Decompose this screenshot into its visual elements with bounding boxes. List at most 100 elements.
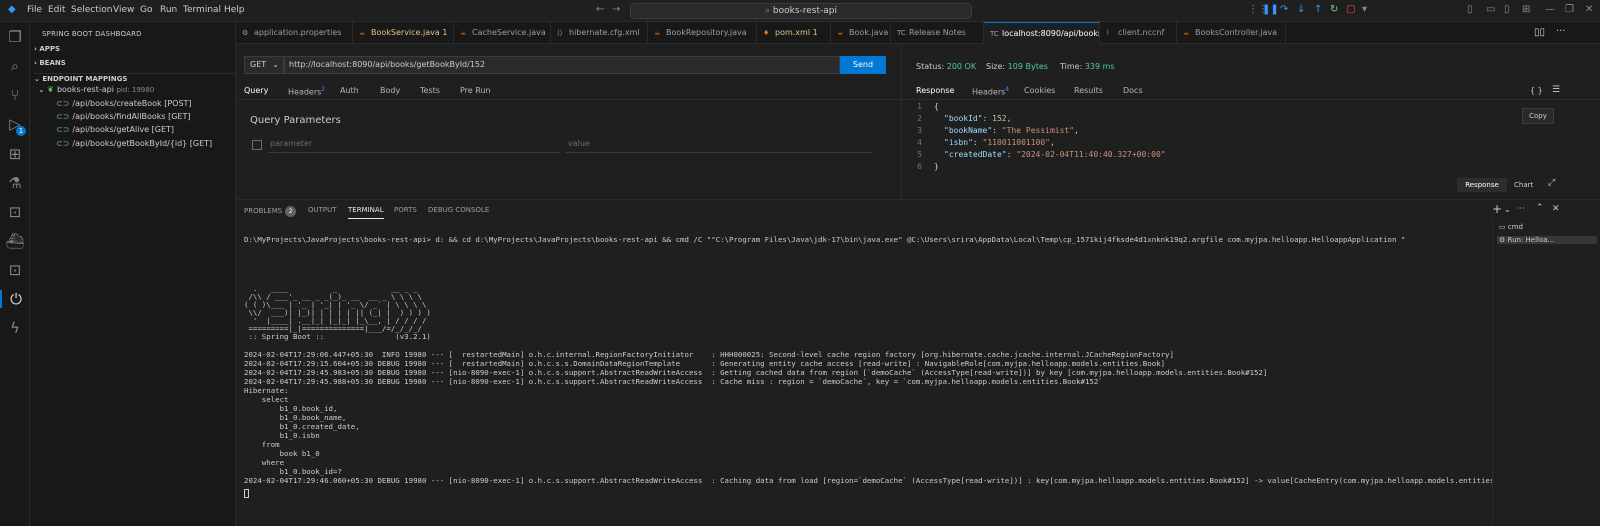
explorer-icon[interactable]: ❐ — [0, 28, 30, 46]
expand-icon[interactable]: ⤢ — [1548, 178, 1555, 188]
url-input[interactable]: http://localhost:8090/api/books/getBookB… — [284, 56, 840, 74]
kubernetes-icon[interactable]: ⊡ — [0, 261, 30, 279]
menu-view[interactable]: View — [113, 5, 134, 15]
terminal-dropdown-icon[interactable]: ⌄ — [1504, 205, 1511, 214]
chevron-down-icon: ⌄ — [272, 60, 279, 69]
new-terminal-icon[interactable]: + — [1492, 202, 1502, 216]
thunder-client-icon[interactable]: ϟ — [0, 319, 30, 337]
braces-icon[interactable]: { } — [1530, 86, 1543, 95]
docker-icon[interactable]: ⛴ — [0, 232, 30, 250]
tab-tests[interactable]: Tests — [420, 86, 440, 95]
tab-bookscontroller-java[interactable]: ☕ BooksController.java — [1177, 22, 1286, 44]
tab-response-headers[interactable]: Headers4 — [972, 86, 1009, 97]
tab-debug-console[interactable]: DEBUG CONSOLE — [428, 206, 489, 214]
minimize-icon[interactable]: — — [1545, 4, 1555, 15]
log-line: 2024-02-04T17:29:45.988+05:30 DEBUG 1998… — [244, 377, 1103, 386]
testing-icon[interactable]: ⚗ — [0, 174, 30, 192]
tab-body[interactable]: Body — [380, 86, 400, 95]
http-method-select[interactable]: GET ⌄ — [244, 56, 284, 74]
log-line: 2024-02-04T17:29:46.060+05:30 DEBUG 1998… — [244, 476, 1492, 485]
step-out-icon[interactable]: ↑ — [1314, 4, 1322, 15]
menu-help[interactable]: Help — [224, 5, 245, 15]
spring-boot-dashboard-icon[interactable]: ⏻ — [0, 290, 30, 308]
value-input[interactable]: value — [566, 135, 872, 153]
tab-thunder-client-request[interactable]: TClocalhost:8090/api/books/... — [984, 22, 1100, 44]
tab-client-nccnf[interactable]: ⌇ client.nccnf — [1100, 22, 1177, 44]
tab-query[interactable]: Query — [244, 86, 269, 100]
menu-terminal[interactable]: Terminal — [183, 5, 221, 15]
more-actions-icon[interactable]: ··· — [1517, 204, 1525, 213]
time-readout: Time: 339 ms — [1060, 62, 1115, 71]
terminal-item-cmd[interactable]: ▭ cmd — [1499, 223, 1523, 231]
tab-results[interactable]: Results — [1074, 86, 1103, 95]
tab-problems[interactable]: PROBLEMS 2 — [244, 206, 297, 217]
tab-auth[interactable]: Auth — [340, 86, 359, 95]
tab-book-java[interactable]: ☕ Book.java — [831, 22, 891, 44]
forward-arrow-icon[interactable]: → — [612, 4, 620, 15]
terminal-output[interactable]: D:\MyProjects\JavaProjects\books-rest-ap… — [236, 221, 1492, 526]
menu-run[interactable]: Run — [160, 5, 177, 15]
menu-file[interactable]: File — [27, 5, 42, 15]
toggle-sidebar-icon[interactable]: ▯ — [1467, 4, 1473, 15]
back-arrow-icon[interactable]: ← — [596, 4, 604, 15]
section-endpoint-mappings[interactable]: ⌄ ENDPOINT MAPPINGS — [34, 73, 236, 83]
tab-output[interactable]: OUTPUT — [308, 206, 337, 214]
json-line: "isbn": "110011001100", — [944, 138, 1055, 147]
copy-button[interactable]: Copy — [1522, 108, 1554, 124]
tab-application-properties[interactable]: ⚙ application.properties — [236, 22, 353, 44]
command-center-search[interactable]: ⌕ books-rest-api — [630, 3, 972, 19]
parameter-input[interactable]: parameter — [268, 135, 560, 153]
view-chart-toggle[interactable]: Chart — [1514, 178, 1533, 192]
remote-explorer-icon[interactable]: ⊡ — [0, 203, 30, 221]
param-enable-checkbox[interactable] — [252, 140, 262, 150]
tab-bookrepository-java[interactable]: ☕ BookRepository.java — [648, 22, 757, 44]
step-over-icon[interactable]: ↷ — [1280, 4, 1288, 15]
tab-cacheservice-java[interactable]: ☕ CacheService.java — [454, 22, 551, 44]
app-row-books-rest-api[interactable]: ⌄ ❦ books-rest-api pid: 19980 — [38, 85, 154, 94]
restore-icon[interactable]: ❐ — [1565, 4, 1574, 15]
toggle-panel-icon[interactable]: ▭ — [1486, 4, 1495, 15]
search-icon[interactable]: ⌕ — [0, 57, 30, 75]
section-beans[interactable]: › BEANS — [34, 59, 66, 67]
chevron-up-icon[interactable]: ⌃ — [1536, 203, 1544, 213]
send-button[interactable]: Send — [840, 56, 886, 74]
tab-hibernate-cfg-xml[interactable]: ⟨⟩ hibernate.cfg.xml — [551, 22, 648, 44]
tab-pom-xml[interactable]: ♦ pom.xml 1 — [757, 22, 831, 44]
endpoint-create-book[interactable]: ⊂⊃/api/books/createBook [POST] — [56, 99, 192, 108]
tab-pre-run[interactable]: Pre Run — [460, 86, 491, 95]
debug-more-icon[interactable]: ▾ — [1362, 4, 1367, 15]
close-window-icon[interactable]: ✕ — [1585, 4, 1593, 15]
extensions-icon[interactable]: ⊞ — [0, 145, 30, 163]
source-control-icon[interactable]: ⑂ — [0, 86, 30, 104]
pause-icon[interactable]: ❚❚ — [1262, 4, 1279, 15]
stop-icon[interactable]: ▢ — [1346, 4, 1355, 15]
tab-response[interactable]: Response — [916, 86, 955, 100]
endpoint-get-alive[interactable]: ⊂⊃/api/books/getAlive [GET] — [56, 125, 174, 134]
response-json-viewer[interactable]: 1 { 2 "bookId": 152, 3 "bookName": "The … — [902, 102, 1502, 177]
java-file-icon: ☕ — [359, 29, 366, 37]
toggle-secondary-sidebar-icon[interactable]: ▯ — [1504, 4, 1510, 15]
layout-icon[interactable]: ⊞ — [1522, 4, 1530, 15]
terminal-item-run-helloapp[interactable]: ⚙ Run: Helloa... — [1497, 236, 1597, 244]
tab-release-notes[interactable]: TC Release Notes — [891, 22, 984, 44]
tab-headers[interactable]: Headers2 — [288, 86, 325, 97]
tab-ports[interactable]: PORTS — [394, 206, 417, 214]
menu-selection[interactable]: Selection — [71, 5, 112, 15]
tab-terminal[interactable]: TERMINAL — [348, 206, 384, 219]
section-apps[interactable]: › APPS — [34, 45, 60, 53]
restart-icon[interactable]: ↻ — [1330, 4, 1338, 15]
endpoint-get-book-by-id[interactable]: ⊂⊃/api/books/getBookById/{id} [GET] — [56, 139, 212, 148]
more-actions-icon[interactable]: ··· — [1556, 26, 1566, 37]
line-number: 3 — [917, 126, 922, 135]
view-response-toggle[interactable]: Response — [1457, 178, 1507, 192]
split-editor-icon[interactable]: ▯▯ — [1534, 27, 1545, 38]
endpoint-find-all-books[interactable]: ⊂⊃/api/books/findAllBooks [GET] — [56, 112, 190, 121]
tab-cookies[interactable]: Cookies — [1024, 86, 1055, 95]
tab-bookservice-java[interactable]: ☕ BookService.java 1 — [353, 22, 454, 44]
menu-go[interactable]: Go — [140, 5, 152, 15]
tab-docs[interactable]: Docs — [1123, 86, 1143, 95]
close-panel-icon[interactable]: ✕ — [1552, 204, 1560, 214]
menu-icon[interactable]: ☰ — [1552, 85, 1560, 95]
step-into-icon[interactable]: ↓ — [1297, 4, 1305, 15]
menu-edit[interactable]: Edit — [48, 5, 65, 15]
